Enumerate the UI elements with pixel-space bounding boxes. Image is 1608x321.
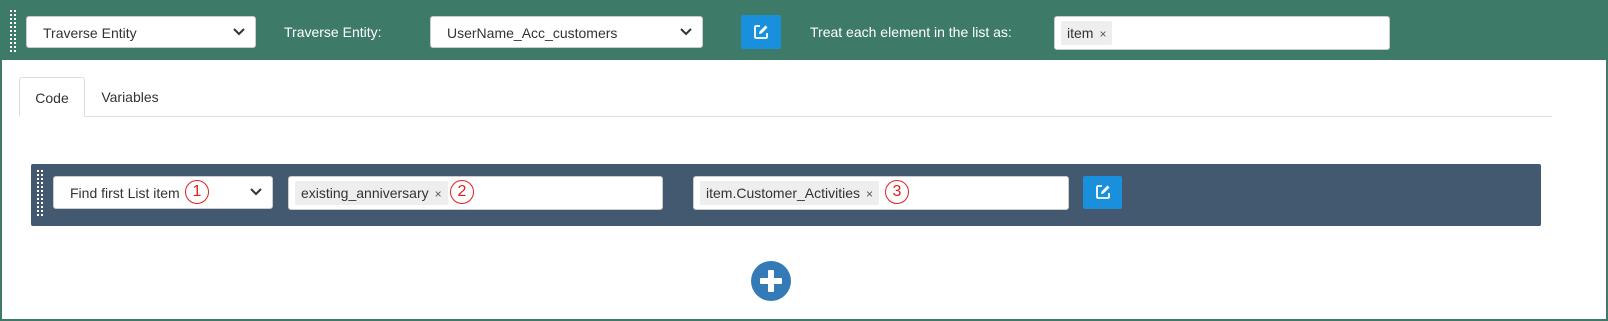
alias-tag: item × — [1061, 21, 1113, 45]
treat-element-label: Treat each element in the list as: — [810, 24, 1012, 40]
tag-remove-icon[interactable]: × — [435, 187, 442, 201]
edit-entity-button[interactable] — [741, 15, 781, 49]
code-statement-row: Find first List item 1 existing_annivers… — [31, 164, 1541, 226]
mode-select-value: Traverse Entity — [43, 25, 137, 41]
entity-select-value: UserName_Acc_customers — [447, 25, 618, 41]
tab-variables[interactable]: Variables — [88, 77, 172, 117]
tab-code[interactable]: Code — [19, 77, 85, 117]
annotation-marker-1: 1 — [185, 180, 209, 204]
drag-handle-icon[interactable] — [37, 170, 45, 220]
result-variable-input[interactable]: existing_anniversary × — [288, 176, 663, 210]
operation-select-value: Find first List item — [70, 185, 180, 201]
edit-icon — [754, 25, 768, 39]
result-tag-text: existing_anniversary — [301, 185, 429, 201]
operation-select[interactable]: Find first List item — [53, 176, 273, 209]
source-list-input[interactable]: item.Customer_Activities × — [693, 176, 1069, 210]
traverse-entity-block: Traverse Entity Traverse Entity: UserNam… — [0, 0, 1608, 321]
chevron-down-icon — [250, 188, 262, 196]
alias-tag-text: item — [1067, 25, 1094, 41]
traverse-entity-label: Traverse Entity: — [284, 24, 382, 40]
plus-icon — [768, 270, 774, 292]
result-variable-tag: existing_anniversary × — [295, 181, 448, 205]
source-list-tag: item.Customer_Activities × — [700, 181, 880, 205]
annotation-marker-2: 2 — [450, 180, 474, 204]
edit-statement-button[interactable] — [1083, 176, 1122, 209]
chevron-down-icon — [233, 28, 245, 36]
entity-select[interactable]: UserName_Acc_customers — [430, 16, 703, 48]
source-tag-text: item.Customer_Activities — [706, 185, 861, 201]
chevron-down-icon — [680, 28, 692, 36]
alias-tag-input[interactable]: item × — [1054, 16, 1390, 50]
drag-handle-icon[interactable] — [10, 10, 18, 54]
add-statement-button[interactable] — [751, 261, 791, 301]
tabs-divider — [19, 116, 1552, 117]
header-bar: Traverse Entity Traverse Entity: UserNam… — [2, 2, 1606, 60]
tag-remove-icon[interactable]: × — [866, 187, 873, 201]
mode-select[interactable]: Traverse Entity — [26, 16, 256, 48]
edit-icon — [1096, 185, 1110, 199]
tag-remove-icon[interactable]: × — [1099, 27, 1106, 41]
annotation-marker-3: 3 — [885, 180, 909, 204]
